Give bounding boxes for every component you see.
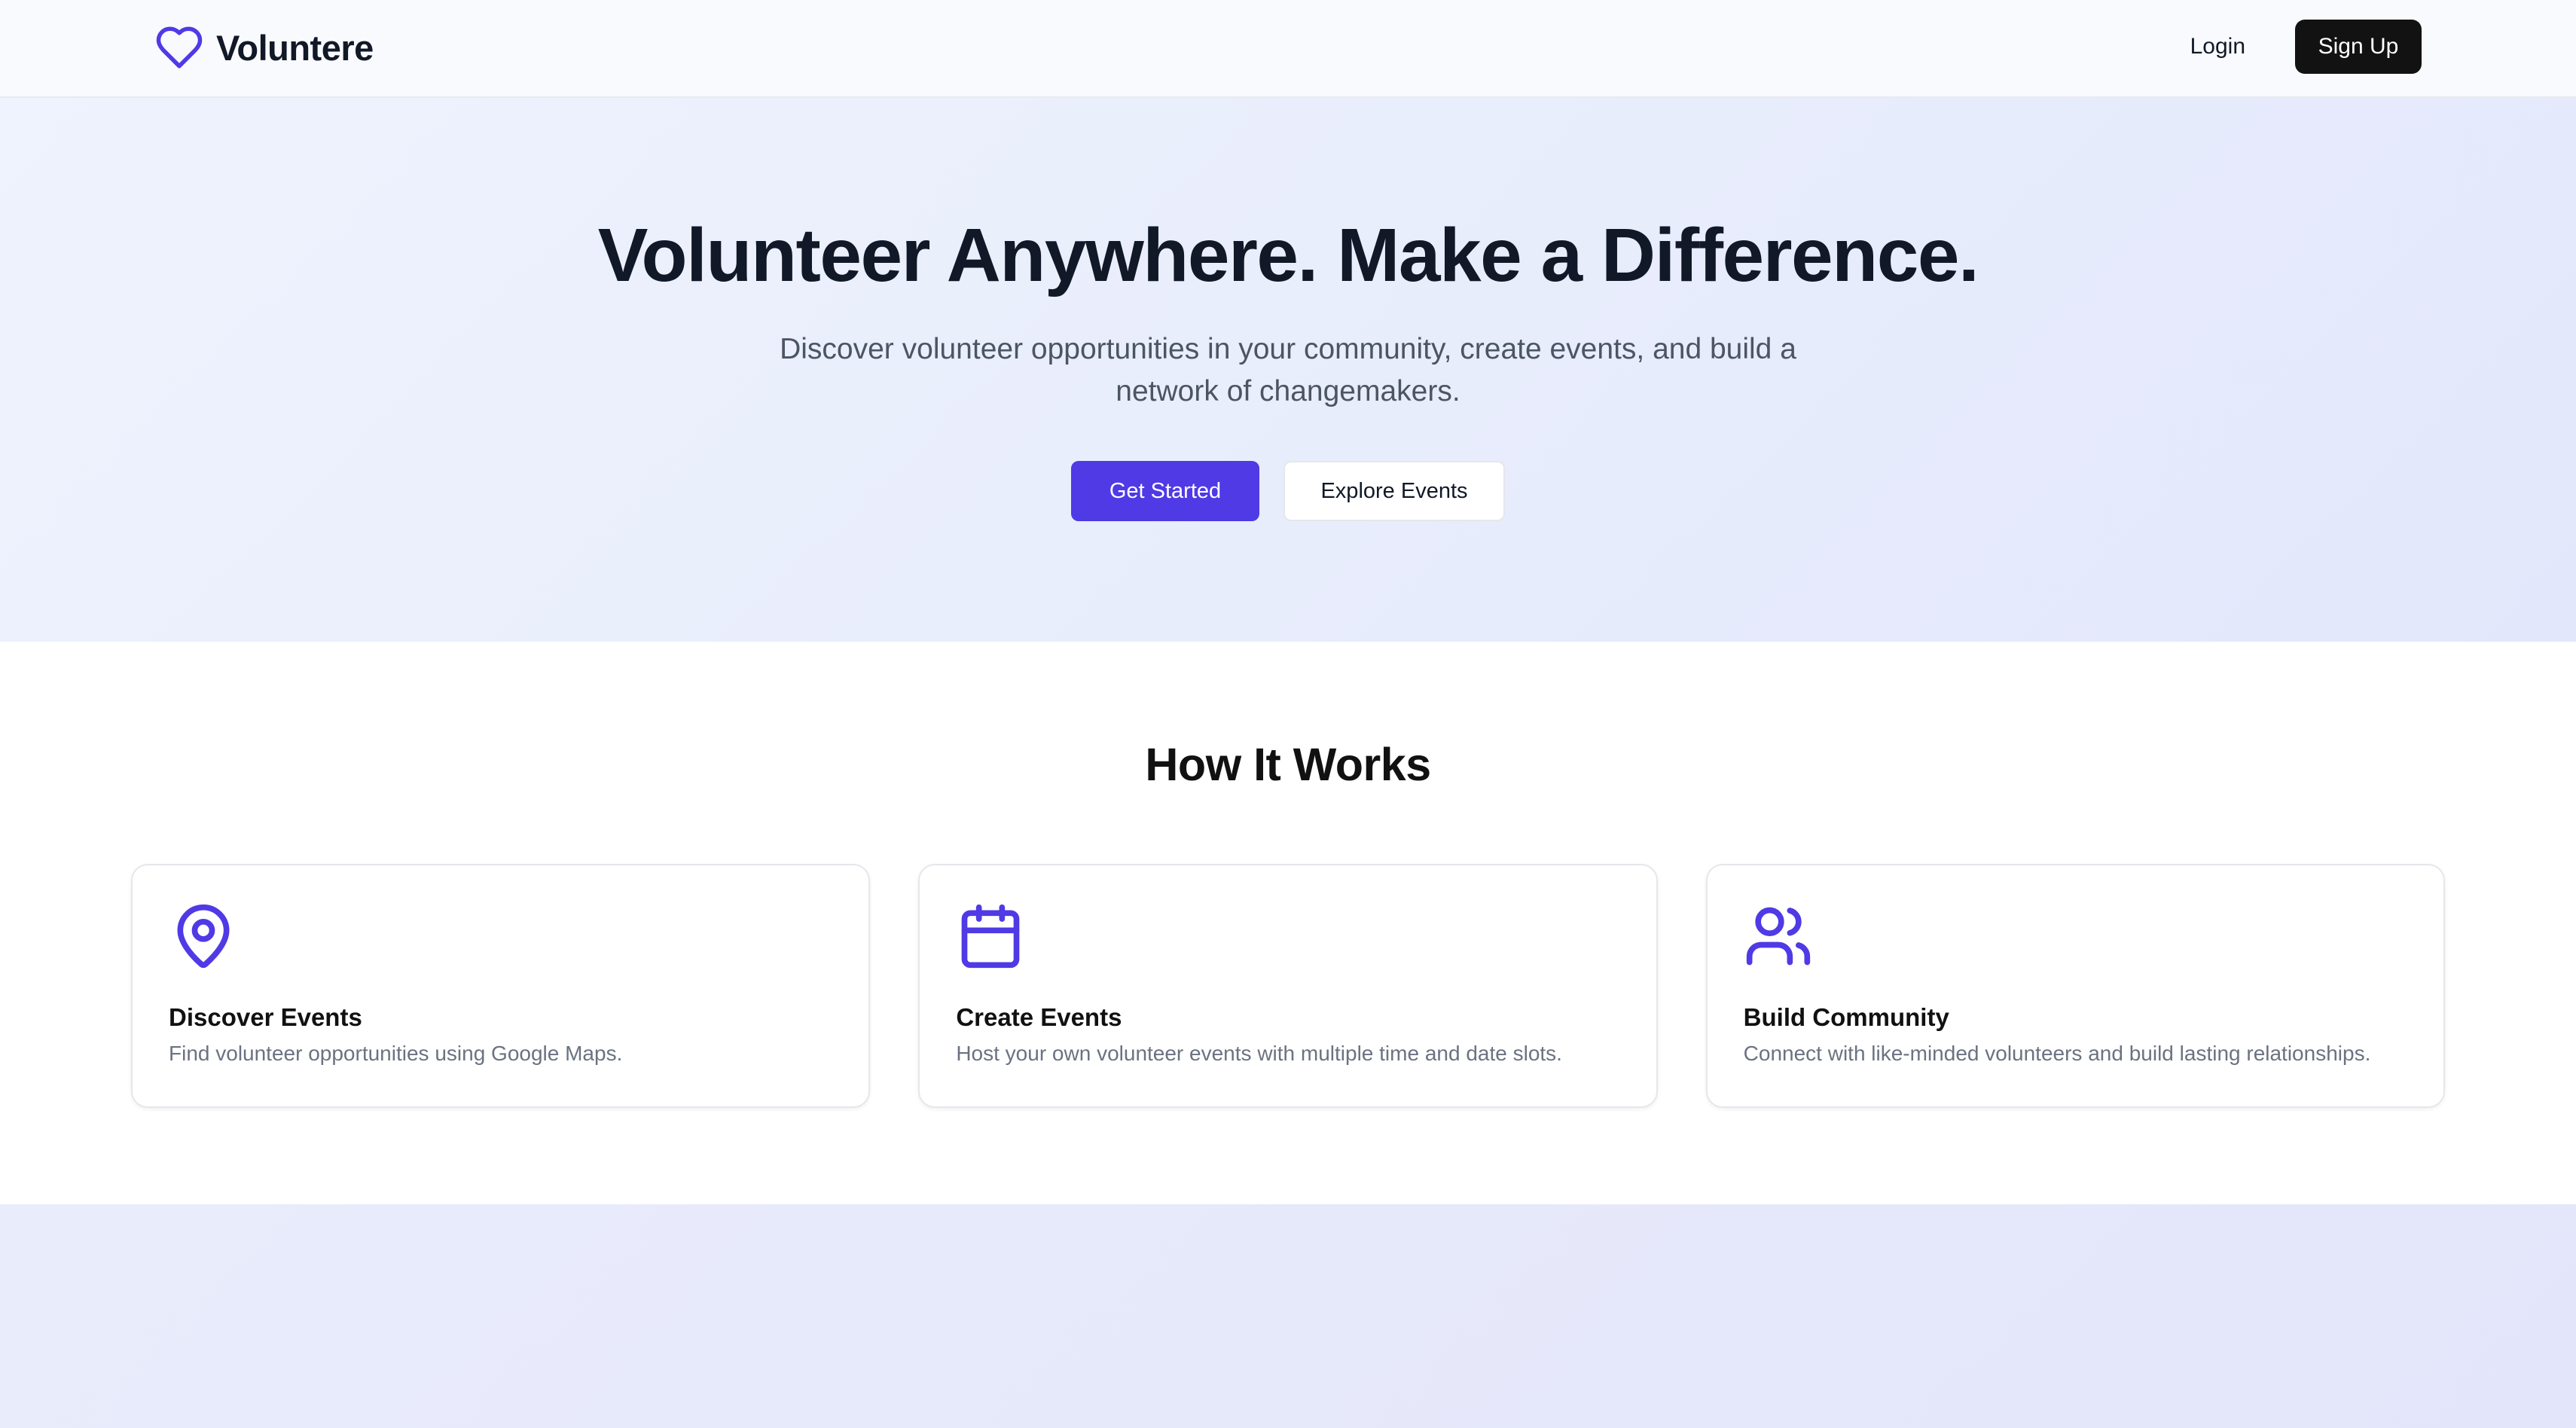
feature-card-community: Build Community Connect with like-minded… xyxy=(1705,864,2445,1108)
map-pin-icon xyxy=(169,902,238,971)
feature-card-description: Connect with like-minded volunteers and … xyxy=(1743,1042,2371,1065)
hero-subtitle: Discover volunteer opportunities in your… xyxy=(780,333,1796,407)
feature-card-description: Find volunteer opportunities using Googl… xyxy=(169,1042,623,1065)
explore-events-button[interactable]: Explore Events xyxy=(1283,461,1505,521)
hero-title: Volunteer Anywhere. Make a Difference. xyxy=(597,213,1979,298)
feature-card-title: Build Community xyxy=(1743,1003,1949,1031)
login-button[interactable]: Login xyxy=(2168,20,2268,74)
hero-actions: Get Started Explore Events xyxy=(0,461,2576,521)
how-it-works-section: How It Works Discover Events Find volunt… xyxy=(0,642,2576,1204)
navbar: Voluntere Login Sign Up xyxy=(0,0,2576,98)
feature-cards: Discover Events Find volunteer opportuni… xyxy=(131,864,2445,1108)
hero-section: Volunteer Anywhere. Make a Difference. D… xyxy=(0,98,2576,642)
brand-name: Voluntere xyxy=(216,27,374,68)
bottom-section xyxy=(0,1204,2576,1428)
signup-button[interactable]: Sign Up xyxy=(2295,20,2422,74)
feature-card-title: Create Events xyxy=(956,1003,1122,1031)
feature-card-title: Discover Events xyxy=(169,1003,362,1031)
section-title: How It Works xyxy=(1145,739,1431,790)
heart-icon xyxy=(154,23,204,72)
feature-card-description: Host your own volunteer events with mult… xyxy=(956,1042,1562,1065)
feature-card-discover: Discover Events Find volunteer opportuni… xyxy=(131,864,871,1108)
nav-actions: Login Sign Up xyxy=(2168,20,2422,74)
feature-card-create: Create Events Host your own volunteer ev… xyxy=(918,864,1658,1108)
users-icon xyxy=(1744,902,1813,971)
brand-logo[interactable]: Voluntere xyxy=(154,21,374,74)
get-started-button[interactable]: Get Started xyxy=(1071,461,1259,521)
calendar-icon xyxy=(956,902,1025,971)
